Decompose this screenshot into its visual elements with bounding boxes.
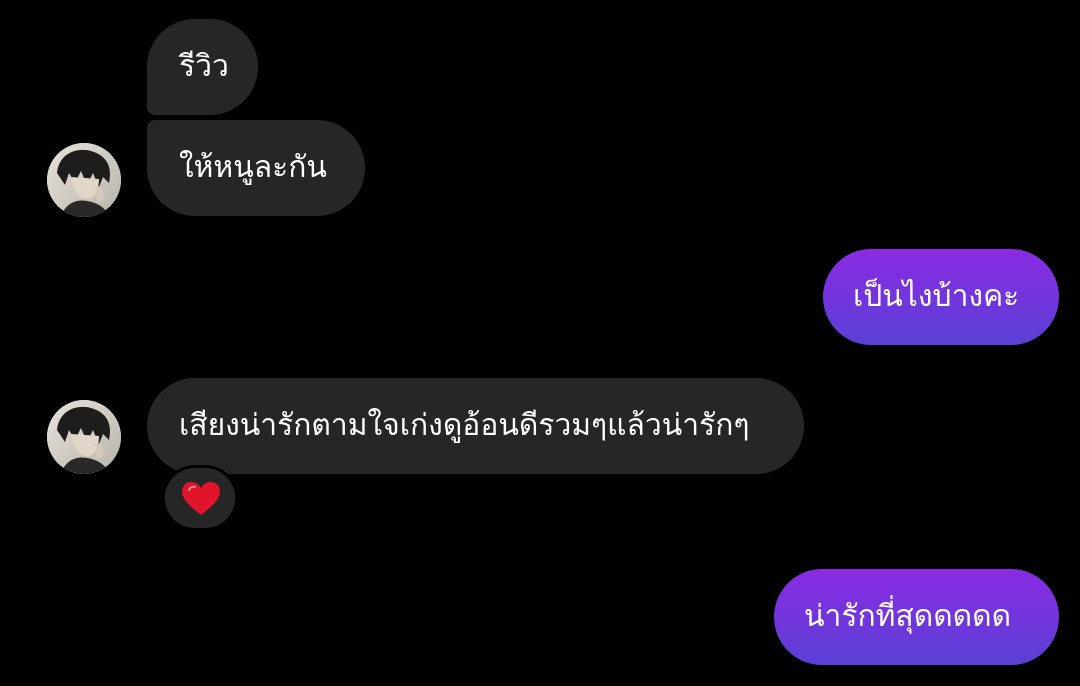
reaction-badge[interactable] xyxy=(162,465,238,531)
message-bubble-incoming[interactable]: ให้หนูละกัน xyxy=(147,120,365,216)
avatar[interactable] xyxy=(47,143,121,217)
message-bubble-outgoing[interactable]: น่ารักที่สุดดดดด xyxy=(774,569,1059,665)
message-bubble-incoming[interactable]: เสียงน่ารักตามใจเก่งดูอ้อนดีรวมๆแล้วน่าร… xyxy=(147,378,804,474)
avatar[interactable] xyxy=(47,400,121,474)
message-bubble-incoming[interactable]: รีวิว xyxy=(147,19,258,115)
message-bubble-outgoing[interactable]: เป็นไงบ้างคะ xyxy=(823,249,1059,345)
heart-icon xyxy=(182,482,220,515)
